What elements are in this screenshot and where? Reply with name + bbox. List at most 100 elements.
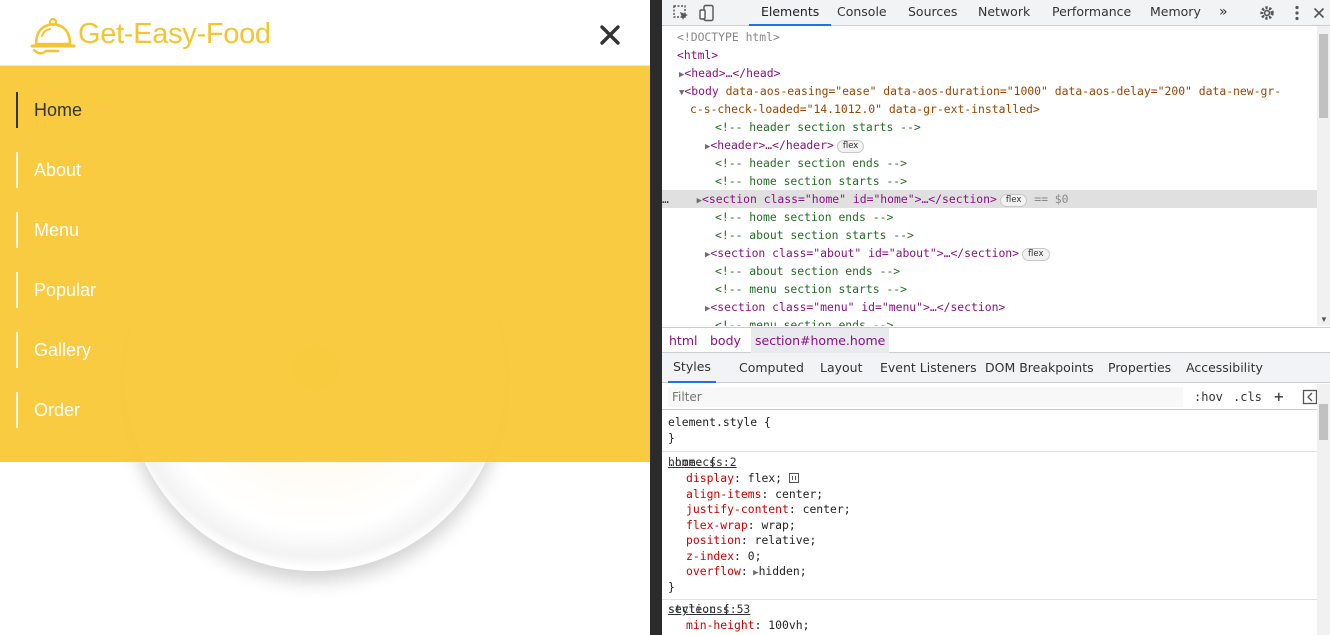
css-declaration[interactable]: justify-content: center; bbox=[686, 502, 851, 518]
more-options-icon[interactable] bbox=[1288, 4, 1306, 22]
hover-state-toggle[interactable]: :hov bbox=[1194, 384, 1223, 410]
css-declaration[interactable]: flex-wrap: wrap; bbox=[686, 518, 796, 534]
breadcrumb-html[interactable]: html bbox=[669, 328, 697, 354]
tab-computed[interactable]: Computed bbox=[739, 353, 804, 383]
css-property: position bbox=[686, 533, 741, 547]
tab-properties[interactable]: Properties bbox=[1108, 353, 1171, 383]
dom-tree: <!DOCTYPE html> <html> ▶<head>…</head> ▼… bbox=[662, 26, 1330, 326]
brand-name[interactable]: Get-Easy-Food bbox=[78, 18, 271, 51]
nav-item-menu[interactable]: Menu bbox=[16, 212, 79, 248]
breadcrumb-body[interactable]: body bbox=[710, 328, 741, 354]
css-declaration[interactable]: align-items: center; bbox=[686, 487, 823, 503]
tab-accessibility[interactable]: Accessibility bbox=[1186, 353, 1263, 383]
home-css-source-link[interactable]: home.css:2 bbox=[668, 455, 1311, 471]
styles-filter-input[interactable] bbox=[668, 387, 1183, 407]
css-declaration[interactable]: min-height: 100vh; bbox=[686, 618, 809, 634]
breadcrumb-section-home[interactable]: section#home.home bbox=[751, 328, 890, 354]
tab-network[interactable]: Network bbox=[978, 0, 1030, 26]
section-home-node-selected[interactable]: … ▶<section class="home" id="home">…</se… bbox=[662, 190, 1317, 208]
tab-dom-breakpoints[interactable]: DOM Breakpoints bbox=[985, 353, 1094, 383]
html-node[interactable]: <html> bbox=[677, 46, 1330, 64]
css-declaration[interactable]: display: flex; bbox=[686, 471, 799, 487]
comment-line[interactable]: <!-- home section starts --> bbox=[715, 172, 1330, 190]
tab-performance[interactable]: Performance bbox=[1052, 0, 1131, 26]
scrollbar-thumb[interactable] bbox=[1319, 404, 1328, 440]
flexbox-editor-icon[interactable] bbox=[788, 473, 799, 483]
tab-event-listeners[interactable]: Event Listeners bbox=[880, 353, 977, 383]
nav-item-order[interactable]: Order bbox=[16, 392, 80, 428]
tab-layout[interactable]: Layout bbox=[820, 353, 863, 383]
devtools-panel: Elements Console Sources Network Perform… bbox=[650, 0, 1330, 635]
section-home-text: <section class="home" id="home">…</secti… bbox=[702, 192, 997, 206]
nav-item-gallery[interactable]: Gallery bbox=[16, 332, 91, 368]
inspect-element-icon[interactable] bbox=[672, 4, 690, 22]
flex-badge[interactable]: flex bbox=[999, 194, 1028, 207]
rule-close-brace: } bbox=[668, 579, 675, 594]
section-about-text: <section class="about" id="about">…</sec… bbox=[710, 246, 1020, 260]
flex-badge[interactable]: flex bbox=[1022, 248, 1050, 261]
css-value: 0; bbox=[747, 548, 762, 563]
new-rule-button[interactable]: + bbox=[1274, 384, 1284, 410]
comment-line[interactable]: <!-- header section starts --> bbox=[715, 118, 1330, 136]
css-property: z-index bbox=[686, 548, 735, 563]
style-rules-pane: element.style { } .home { home.css:2 dis… bbox=[662, 411, 1317, 635]
header-node[interactable]: ▶<header>…</header> flex bbox=[705, 136, 1330, 154]
toggle-sidebar-icon[interactable] bbox=[1302, 389, 1318, 405]
css-property: display bbox=[686, 471, 735, 485]
scrollbar-thumb[interactable] bbox=[1319, 34, 1328, 118]
flex-badge[interactable]: flex bbox=[836, 140, 865, 153]
css-value: flex; bbox=[747, 471, 783, 485]
tab-console[interactable]: Console bbox=[837, 0, 887, 26]
site-header: Get-Easy-Food bbox=[0, 0, 650, 66]
style-css-source-link[interactable]: style.css:53 bbox=[668, 602, 1311, 618]
tab-sources[interactable]: Sources bbox=[908, 0, 957, 26]
styles-scrollbar[interactable] bbox=[1317, 384, 1330, 635]
styles-filter-bar: :hov .cls + bbox=[662, 384, 1330, 410]
section-menu-node[interactable]: ▶<section class="menu" id="menu">…</sect… bbox=[705, 298, 1330, 316]
dom-tree-scrollbar[interactable]: ▼ bbox=[1317, 26, 1330, 326]
cloche-logo-icon[interactable] bbox=[30, 14, 76, 58]
header-node-text: <header>…</header> bbox=[710, 138, 834, 152]
section-menu-text: <section class="menu" id="menu">…</secti… bbox=[710, 300, 1006, 314]
doctype-line[interactable]: <!DOCTYPE html> bbox=[677, 28, 1330, 46]
body-attributes: data-aos-easing="ease" data-aos-duration… bbox=[718, 84, 1282, 98]
css-property: justify-content bbox=[686, 502, 789, 516]
comment-line[interactable]: <!-- home section ends --> bbox=[715, 208, 1330, 226]
close-menu-icon[interactable] bbox=[597, 22, 623, 48]
head-node-text: <head>…</head> bbox=[684, 66, 781, 80]
more-tabs-button[interactable]: » bbox=[1219, 0, 1228, 26]
tab-styles[interactable]: Styles bbox=[668, 353, 716, 383]
css-property: min-height bbox=[686, 617, 755, 632]
body-node[interactable]: ▼<body data-aos-easing="ease" data-aos-d… bbox=[679, 82, 1330, 100]
breadcrumb: html body section#home.home bbox=[662, 327, 1330, 354]
class-toggle[interactable]: .cls bbox=[1233, 384, 1262, 410]
settings-gear-icon[interactable] bbox=[1258, 4, 1276, 22]
nav-item-popular[interactable]: Popular bbox=[16, 272, 96, 308]
tab-elements[interactable]: Elements bbox=[749, 0, 832, 26]
scroll-down-arrow-icon[interactable]: ▼ bbox=[1320, 315, 1328, 324]
css-declaration[interactable]: z-index: 0; bbox=[686, 549, 761, 565]
comment-line[interactable]: <!-- about section starts --> bbox=[715, 226, 1330, 244]
expand-shorthand-icon[interactable]: ▶ bbox=[748, 568, 758, 578]
comment-line[interactable]: <!-- menu section starts --> bbox=[715, 280, 1330, 298]
css-declaration[interactable]: position: relative; bbox=[686, 533, 816, 549]
rule-close-brace: } bbox=[668, 431, 675, 445]
rule-separator bbox=[662, 451, 1317, 452]
device-toolbar-icon[interactable] bbox=[698, 4, 716, 22]
element-style-selector[interactable]: element.style { bbox=[668, 415, 771, 431]
section-about-node[interactable]: ▶<section class="about" id="about">…</se… bbox=[705, 244, 1330, 262]
tab-memory[interactable]: Memory bbox=[1150, 0, 1201, 26]
css-property: flex-wrap bbox=[686, 517, 748, 532]
comment-line[interactable]: <!-- about section ends --> bbox=[715, 262, 1330, 280]
nav-item-about[interactable]: About bbox=[16, 152, 81, 188]
devtools-tabbar: Elements Console Sources Network Perform… bbox=[662, 0, 1330, 26]
close-devtools-icon[interactable] bbox=[1310, 4, 1328, 22]
comment-line[interactable]: <!-- menu section ends --> bbox=[715, 316, 1330, 326]
head-node[interactable]: ▶<head>…</head> bbox=[679, 64, 1330, 82]
row-actions-dots[interactable]: … bbox=[662, 192, 669, 206]
body-open-tag: <body bbox=[684, 84, 719, 98]
css-declaration[interactable]: overflow: ▶hidden; bbox=[686, 564, 807, 580]
nav-item-home[interactable]: Home bbox=[16, 92, 82, 128]
comment-line[interactable]: <!-- header section ends --> bbox=[715, 154, 1330, 172]
css-value: hidden; bbox=[758, 564, 807, 578]
